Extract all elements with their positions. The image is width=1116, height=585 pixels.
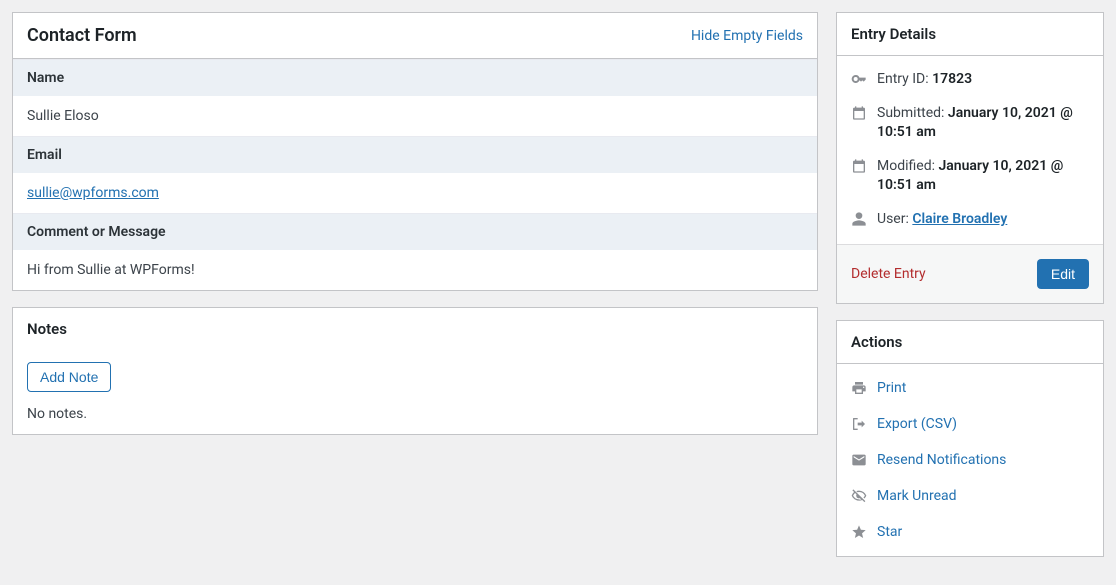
- key-icon: [851, 71, 867, 87]
- print-icon: [851, 380, 867, 396]
- edit-button[interactable]: Edit: [1037, 259, 1089, 289]
- entry-details-title: Entry Details: [851, 25, 936, 43]
- entry-details-panel: Entry Details Entry ID: 17823 Submitted:…: [836, 12, 1104, 304]
- field-label-name: Name: [13, 59, 817, 96]
- action-resend[interactable]: Resend Notifications: [837, 442, 1103, 478]
- delete-entry-link[interactable]: Delete Entry: [851, 266, 926, 282]
- field-value-email: sullie@wpforms.com: [13, 173, 817, 213]
- mark-unread-link[interactable]: Mark Unread: [877, 488, 957, 504]
- modified-label: Modified:: [877, 158, 938, 174]
- submitted-label: Submitted:: [877, 105, 948, 121]
- action-print[interactable]: Print: [837, 370, 1103, 406]
- user-row: User: Claire Broadley: [837, 196, 1103, 230]
- contact-form-title: Contact Form: [27, 25, 137, 46]
- field-value-name: Sullie Eloso: [13, 96, 817, 136]
- export-icon: [851, 416, 867, 432]
- notes-empty-text: No notes.: [27, 406, 803, 422]
- field-value-message: Hi from Sullie at WPForms!: [13, 250, 817, 290]
- entry-id-label: Entry ID:: [877, 71, 932, 87]
- field-label-message: Comment or Message: [13, 213, 817, 250]
- entry-id-value: 17823: [932, 71, 972, 87]
- notes-panel: Notes Add Note No notes.: [12, 307, 818, 435]
- print-link[interactable]: Print: [877, 380, 906, 396]
- actions-panel: Actions Print Export (CSV) Resend Notifi…: [836, 320, 1104, 557]
- email-link[interactable]: sullie@wpforms.com: [27, 185, 159, 201]
- contact-form-panel: Contact Form Hide Empty Fields Name Sull…: [12, 12, 818, 291]
- entry-id-row: Entry ID: 17823: [837, 56, 1103, 90]
- modified-row: Modified: January 10, 2021 @ 10:51 am: [837, 143, 1103, 196]
- resend-link[interactable]: Resend Notifications: [877, 452, 1006, 468]
- action-export[interactable]: Export (CSV): [837, 406, 1103, 442]
- eye-slash-icon: [851, 488, 867, 504]
- field-label-email: Email: [13, 136, 817, 173]
- user-label: User:: [877, 211, 912, 227]
- user-link[interactable]: Claire Broadley: [912, 211, 1007, 227]
- calendar-icon: [851, 158, 867, 174]
- action-mark-unread[interactable]: Mark Unread: [837, 478, 1103, 514]
- star-icon: [851, 524, 867, 540]
- mail-icon: [851, 452, 867, 468]
- export-link[interactable]: Export (CSV): [877, 416, 957, 432]
- star-link[interactable]: Star: [877, 524, 902, 540]
- hide-empty-fields-link[interactable]: Hide Empty Fields: [691, 28, 803, 44]
- submitted-row: Submitted: January 10, 2021 @ 10:51 am: [837, 90, 1103, 143]
- user-icon: [851, 211, 867, 227]
- calendar-icon: [851, 105, 867, 121]
- action-star[interactable]: Star: [837, 514, 1103, 550]
- add-note-button[interactable]: Add Note: [27, 362, 111, 392]
- actions-title: Actions: [851, 333, 902, 351]
- notes-title: Notes: [27, 320, 67, 338]
